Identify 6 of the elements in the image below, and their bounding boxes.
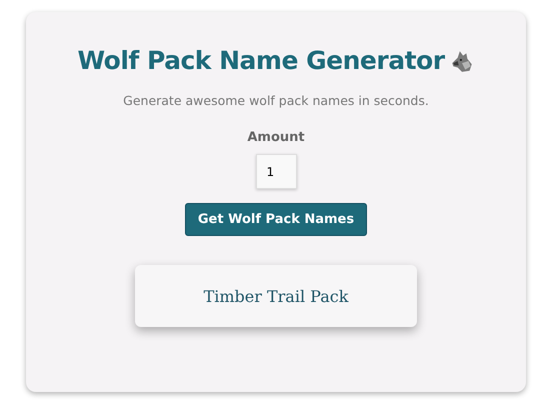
result-card: Timber Trail Pack [135, 265, 417, 327]
amount-field[interactable]: 1 [256, 154, 296, 189]
generate-button[interactable]: Get Wolf Pack Names [184, 203, 368, 236]
page-title: Wolf Pack Name Generator [77, 46, 445, 75]
amount-label: Amount [247, 130, 305, 145]
subtitle: Generate awesome wolf pack names in seconds. [123, 93, 429, 108]
